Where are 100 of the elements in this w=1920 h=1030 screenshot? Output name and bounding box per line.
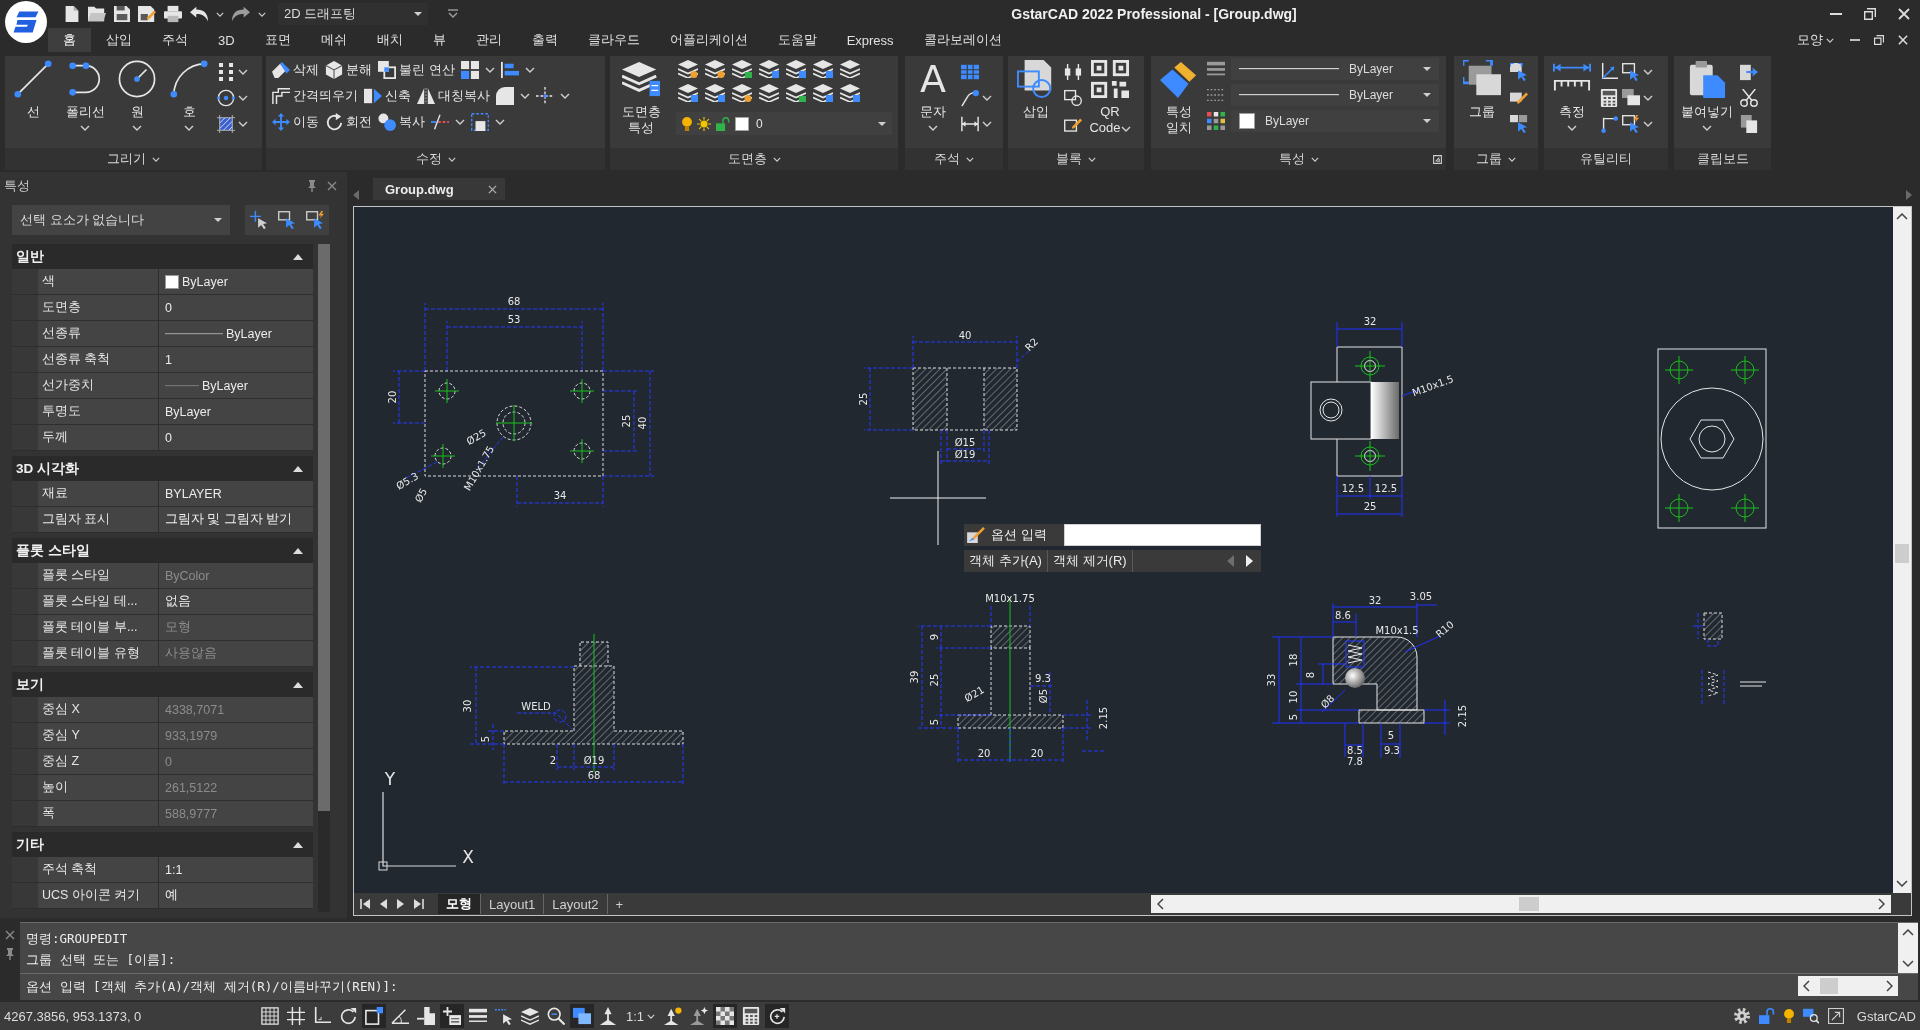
caret-icon[interactable] bbox=[982, 121, 992, 127]
break-line-icon[interactable] bbox=[431, 113, 449, 131]
color-dropdown[interactable]: ByLayer bbox=[1231, 110, 1439, 132]
caret-icon[interactable] bbox=[238, 95, 248, 101]
restore-icon[interactable] bbox=[1864, 8, 1876, 20]
scroll-left-icon[interactable] bbox=[1803, 980, 1810, 993]
axes-icon[interactable] bbox=[1600, 63, 1618, 81]
layer-stack-icon[interactable] bbox=[705, 84, 725, 102]
property-value[interactable]: 예 bbox=[165, 887, 178, 904]
caret-icon[interactable] bbox=[216, 11, 224, 17]
property-value[interactable]: 없음 bbox=[165, 593, 191, 610]
restore-icon[interactable] bbox=[1874, 35, 1884, 45]
layout-tab[interactable]: Layout2 bbox=[544, 894, 608, 914]
scissors-icon[interactable] bbox=[1740, 89, 1758, 107]
polyline-button[interactable]: 폴리선 bbox=[61, 56, 109, 148]
scroll-right-icon[interactable] bbox=[1878, 898, 1885, 910]
layer-stack-icon[interactable] bbox=[705, 60, 725, 78]
caret-icon[interactable] bbox=[560, 93, 570, 99]
small-part-drawing[interactable] bbox=[1692, 612, 1767, 707]
annotation-scale-button[interactable]: 1:1 bbox=[622, 1008, 660, 1024]
layer-dropdown[interactable]: 0 bbox=[676, 112, 892, 135]
scale-box-icon[interactable] bbox=[471, 113, 489, 131]
option-input-field[interactable] bbox=[1064, 524, 1261, 546]
next-option-icon[interactable] bbox=[1246, 555, 1253, 567]
section-header[interactable]: 기타 bbox=[12, 832, 313, 857]
select-objects-icon[interactable] bbox=[278, 211, 296, 229]
panel-title-button[interactable]: 유틸리티 bbox=[1544, 148, 1668, 170]
erase-button[interactable]: 삭제 bbox=[272, 61, 319, 79]
vertical-scrollbar[interactable] bbox=[1893, 207, 1911, 893]
match-properties-button[interactable]: 특성 일치 bbox=[1155, 56, 1203, 148]
previous-layout-icon[interactable] bbox=[380, 899, 387, 909]
measure-button[interactable]: 측정 bbox=[1548, 56, 1596, 148]
padlock-icon[interactable] bbox=[1758, 1008, 1775, 1024]
appearance-menu[interactable]: 모양 bbox=[1797, 28, 1834, 52]
vertical-scrollbar[interactable] bbox=[1898, 923, 1918, 974]
property-value[interactable]: 1 bbox=[165, 352, 172, 367]
property-value[interactable]: ByLayer bbox=[182, 274, 228, 289]
light-bulb-icon[interactable] bbox=[1783, 1009, 1794, 1023]
scroll-down-icon[interactable] bbox=[1896, 880, 1908, 887]
close-icon[interactable] bbox=[487, 184, 497, 194]
panel-title-button[interactable]: 클립보드 bbox=[1674, 148, 1771, 170]
caret-icon[interactable] bbox=[1643, 121, 1653, 127]
qr-code-button[interactable]: QR Code bbox=[1086, 56, 1134, 148]
ribbon-tab[interactable]: 도움말 bbox=[762, 28, 832, 52]
scroll-left-icon[interactable] bbox=[1157, 898, 1164, 910]
object-snap-icon[interactable] bbox=[362, 1004, 386, 1028]
ribbon-tab[interactable]: 홈 bbox=[48, 28, 91, 52]
scrollbar-thumb[interactable] bbox=[1895, 544, 1909, 563]
linetype-dropdown[interactable]: ByLayer bbox=[1231, 84, 1439, 106]
ribbon-tab[interactable]: 삽입 bbox=[91, 28, 147, 52]
ribbon-tab[interactable]: 주석 bbox=[147, 28, 203, 52]
panel-title-button[interactable]: 그리기 bbox=[5, 148, 262, 170]
panel-title-button[interactable]: 도면층 bbox=[610, 148, 898, 170]
customize-icon[interactable] bbox=[448, 9, 458, 19]
layer-stack-icon[interactable] bbox=[732, 60, 752, 78]
caret-icon[interactable] bbox=[455, 119, 465, 125]
caret-icon[interactable] bbox=[238, 121, 248, 127]
insert-button[interactable]: 삽입 bbox=[1012, 56, 1060, 148]
boolean-button[interactable]: 불린 연산 bbox=[378, 61, 455, 79]
quick-select-icon[interactable] bbox=[1622, 115, 1640, 133]
section-header[interactable]: 보기 bbox=[12, 672, 313, 697]
ribbon-tab[interactable]: 표면 bbox=[249, 28, 306, 52]
scroll-down-icon[interactable] bbox=[1902, 960, 1914, 968]
workspace-dropdown[interactable]: 2D 드래프팅 bbox=[278, 3, 428, 25]
copy-icon[interactable] bbox=[1740, 115, 1758, 133]
group-select-icon[interactable] bbox=[1510, 63, 1528, 81]
redo-icon[interactable] bbox=[232, 5, 250, 23]
panel-title-button[interactable]: 주석 bbox=[905, 148, 1003, 170]
layer-properties-button[interactable]: 도면층 특성 bbox=[614, 56, 668, 148]
property-value[interactable]: ByLayer bbox=[202, 378, 248, 393]
panel-title-button[interactable]: 블록 bbox=[1008, 148, 1144, 170]
ribbon-tab[interactable]: 콜라보레이션 bbox=[908, 28, 1017, 52]
flange-plate-drawing[interactable] bbox=[1657, 348, 1767, 529]
copy-arrow-icon[interactable] bbox=[1740, 63, 1758, 81]
layer-stack-icon[interactable] bbox=[786, 60, 806, 78]
next-layout-icon[interactable] bbox=[397, 899, 404, 909]
app-logo-icon[interactable] bbox=[5, 1, 47, 43]
layer-stack-icon[interactable] bbox=[786, 84, 806, 102]
ribbon-tab[interactable]: 배치 bbox=[361, 28, 418, 52]
layout-tab[interactable]: Layout1 bbox=[481, 894, 545, 914]
layer-stack-icon[interactable] bbox=[759, 84, 779, 102]
ribbon-tab[interactable]: 출력 bbox=[516, 28, 573, 52]
panel-title-button[interactable]: 특성 bbox=[1151, 148, 1433, 170]
fullscreen-icon[interactable] bbox=[1827, 1008, 1844, 1024]
ribbon-tab[interactable]: 어플리케이션 bbox=[654, 28, 763, 52]
block-editor-icon[interactable] bbox=[1064, 63, 1082, 81]
caret-icon[interactable] bbox=[238, 69, 248, 75]
scroll-right-icon[interactable] bbox=[1886, 980, 1893, 993]
panel-title-button[interactable]: 수정 bbox=[266, 148, 605, 170]
step-icon[interactable] bbox=[414, 1004, 438, 1028]
section-header[interactable]: 플롯 스타일 bbox=[12, 538, 313, 563]
group-button[interactable]: 그룹 bbox=[1458, 56, 1506, 148]
property-value[interactable]: 0 bbox=[165, 300, 172, 315]
paste-button[interactable]: 붙여넣기 bbox=[1678, 56, 1736, 148]
settings-icon[interactable] bbox=[1733, 1008, 1750, 1024]
caret-icon[interactable] bbox=[520, 93, 530, 99]
checkerboard-icon[interactable] bbox=[713, 1004, 738, 1028]
fillet-icon[interactable] bbox=[496, 87, 514, 105]
command-input[interactable]: 옵션 입력 [객체 추가(A)/객체 제거(R)/이름바꾸기(REN)]: bbox=[20, 974, 1798, 1000]
caret-icon[interactable] bbox=[484, 67, 495, 73]
